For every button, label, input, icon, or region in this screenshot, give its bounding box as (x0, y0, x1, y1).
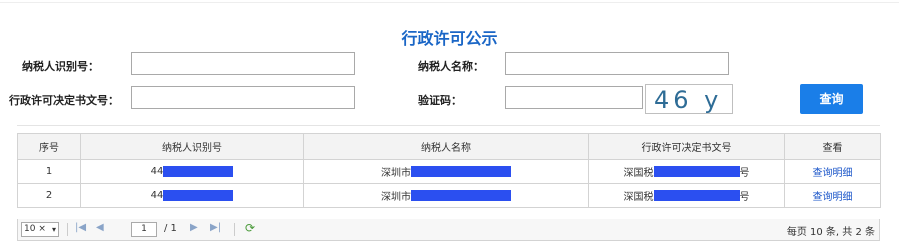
decision-no-input[interactable] (131, 86, 355, 109)
cell-taxpayer-name: 深圳市 (303, 159, 589, 184)
chevron-down-icon: ▾ (51, 225, 56, 234)
results-table: 序号 纳税人识别号 纳税人名称 行政许可决定书文号 查看 1 44 深圳市 深国… (17, 133, 881, 208)
col-header-decision-no: 行政许可决定书文号 (588, 133, 785, 160)
pager-separator (67, 223, 68, 236)
top-border (0, 2, 899, 3)
col-header-index: 序号 (17, 133, 81, 160)
next-page-icon[interactable]: ▶ (190, 222, 198, 233)
cell-taxpayer-name: 深圳市 (303, 183, 589, 208)
redaction-bar (653, 166, 740, 177)
decision-no-label: 行政许可决定书文号： (9, 94, 119, 107)
col-header-taxpayer-id: 纳税人识别号 (80, 133, 304, 160)
section-divider (17, 125, 880, 126)
table-row: 1 44 深圳市 深国税 号 查询明细 (17, 159, 881, 184)
table-header-row: 序号 纳税人识别号 纳税人名称 行政许可决定书文号 查看 (17, 133, 881, 160)
col-header-taxpayer-name: 纳税人名称 (303, 133, 589, 160)
taxpayer-id-prefix: 44 (150, 165, 164, 177)
redaction-bar (163, 165, 234, 177)
pager-separator (234, 223, 235, 236)
prev-page-icon[interactable]: ◀ (96, 222, 104, 233)
taxpayer-id-label: 纳税人识别号： (22, 60, 99, 73)
pager-summary: 每页 10 条, 共 2 条 (786, 227, 875, 238)
query-button[interactable]: 查询 (800, 84, 863, 114)
cell-index: 1 (17, 159, 81, 184)
total-pages-text: / 1 (164, 223, 177, 234)
first-page-icon[interactable]: |◀ (75, 222, 86, 233)
refresh-icon[interactable]: ⟳ (245, 221, 255, 235)
captcha-text: 46 y P (654, 86, 732, 114)
query-detail-link[interactable]: 查询明细 (813, 168, 853, 179)
page-number-input[interactable]: 1 (131, 222, 157, 237)
captcha-input[interactable] (505, 86, 643, 109)
query-detail-link[interactable]: 查询明细 (813, 192, 853, 203)
decision-suffix: 号 (739, 192, 750, 203)
page-size-value: 10 (24, 224, 36, 234)
cell-index: 2 (17, 183, 81, 208)
cell-decision-no: 深国税 号 (588, 183, 785, 208)
redaction-bar (163, 189, 234, 201)
taxpayer-name-input[interactable] (505, 52, 729, 75)
decision-prefix: 深国税 (623, 168, 654, 179)
page-size-select[interactable]: 10 × ▾ (21, 222, 59, 237)
redaction-bar (653, 190, 740, 201)
table-row: 2 44 深圳市 深国税 号 查询明细 (17, 183, 881, 208)
taxpayer-id-input[interactable] (131, 52, 355, 75)
taxpayer-name-prefix: 深圳市 (381, 168, 411, 179)
captcha-image[interactable]: 46 y P (645, 84, 733, 114)
redaction-bar (411, 166, 511, 177)
cell-action: 查询明细 (784, 183, 881, 208)
cell-taxpayer-id: 44 (80, 183, 304, 208)
pagination-bar: 10 × ▾ |◀ ◀ 1 / 1 ▶ ▶| ⟳ 每页 10 条, 共 2 条 (17, 219, 880, 241)
decision-suffix: 号 (739, 168, 750, 179)
col-header-view: 查看 (784, 133, 881, 160)
cell-taxpayer-id: 44 (80, 159, 304, 184)
captcha-label: 验证码： (418, 94, 462, 107)
page-title: 行政许可公示 (401, 29, 498, 48)
taxpayer-name-prefix: 深圳市 (381, 192, 411, 203)
cell-decision-no: 深国税 号 (588, 159, 785, 184)
decision-prefix: 深国税 (623, 192, 654, 203)
page-size-suffix: × (38, 224, 46, 234)
redaction-bar (411, 190, 511, 201)
last-page-icon[interactable]: ▶| (210, 222, 221, 233)
taxpayer-id-prefix: 44 (150, 189, 164, 201)
taxpayer-name-label: 纳税人名称： (418, 60, 484, 73)
cell-action: 查询明细 (784, 159, 881, 184)
